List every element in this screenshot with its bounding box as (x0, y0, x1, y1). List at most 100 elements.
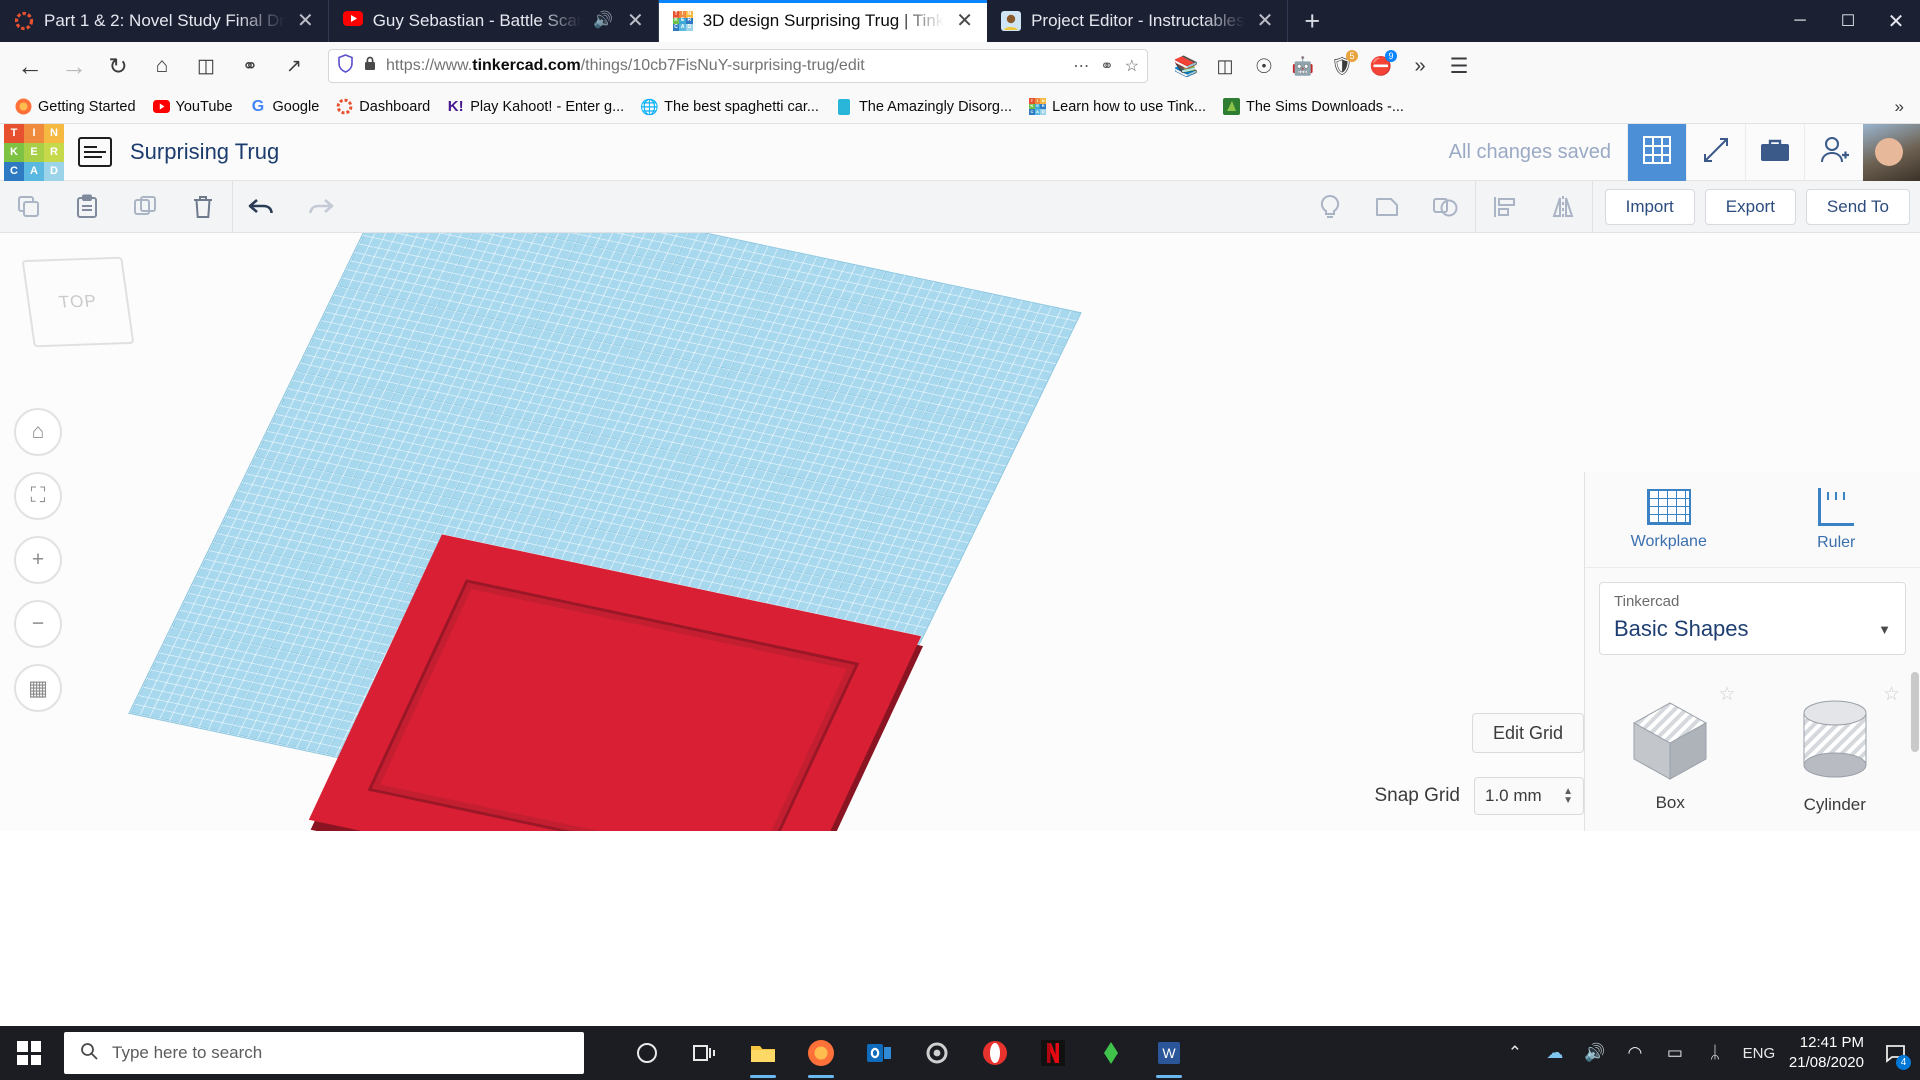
close-icon[interactable]: ✕ (295, 11, 316, 31)
hamburger-list-icon[interactable] (78, 137, 112, 167)
sidebar-icon[interactable]: ◫ (1207, 48, 1243, 84)
battery-icon[interactable]: ▭ (1655, 1026, 1695, 1080)
shield-extension-icon[interactable]: 🛡 5 (1324, 48, 1360, 84)
netflix-icon[interactable] (1024, 1026, 1082, 1080)
edit-grid-button[interactable]: Edit Grid (1471, 713, 1584, 753)
mute-icon[interactable]: 🔊 (591, 13, 615, 29)
sims-icon[interactable] (1082, 1026, 1140, 1080)
account-icon[interactable]: ☉ (1246, 48, 1282, 84)
close-icon[interactable]: ✕ (1255, 11, 1276, 31)
close-window-button[interactable]: ✕ (1872, 0, 1920, 42)
close-icon[interactable]: ✕ (954, 11, 975, 31)
cortana-icon[interactable] (618, 1026, 676, 1080)
browser-tab[interactable]: Project Editor - Instructables ✕ (987, 0, 1289, 42)
browser-tab[interactable]: Guy Sebastian - Battle Scars 🔊 ✕ (329, 0, 659, 42)
close-icon[interactable]: ✕ (625, 11, 646, 31)
word-icon[interactable]: W (1140, 1026, 1198, 1080)
onedrive-icon[interactable]: ☁ (1535, 1026, 1575, 1080)
new-tab-button[interactable]: + (1288, 0, 1336, 42)
page-title[interactable]: Surprising Trug (130, 139, 279, 165)
bookmark-item[interactable]: The Amazingly Disorg... (829, 95, 1019, 118)
export-button[interactable]: Export (1704, 188, 1796, 225)
firefox-icon[interactable] (792, 1026, 850, 1080)
outlook-icon[interactable] (850, 1026, 908, 1080)
search-input[interactable]: Type here to search (64, 1032, 584, 1074)
ruler-tool[interactable]: Ruler (1753, 472, 1920, 567)
extension-icon[interactable]: 🤖 (1285, 48, 1321, 84)
favorite-star-icon[interactable]: ☆ (1718, 683, 1735, 706)
task-view-icon[interactable] (676, 1026, 734, 1080)
tinkercad-logo[interactable]: T I N K E R C A D (4, 123, 64, 181)
undo-arrow-icon[interactable] (233, 181, 291, 233)
reload-button[interactable]: ↻ (98, 48, 138, 84)
bookmark-item[interactable]: TIN KER CAD Learn how to use Tink... (1022, 95, 1213, 118)
url-bar[interactable]: https://www.tinkercad.com/things/10cb7Fi… (328, 49, 1148, 83)
paste-icon[interactable] (58, 181, 116, 233)
wifi-icon[interactable]: ◠ (1615, 1026, 1655, 1080)
container-tab-icon[interactable]: ◫ (186, 48, 226, 84)
adblock-icon[interactable]: ⛔ 9 (1363, 48, 1399, 84)
bookmark-item[interactable]: Getting Started (8, 95, 143, 118)
page-actions-icon[interactable]: ⋯ (1073, 56, 1089, 76)
browser-tab[interactable]: Part 1 & 2: Novel Study Final Dr ✕ (0, 0, 329, 42)
ortho-perspective-button[interactable]: ▦ (14, 664, 62, 712)
copy-icon[interactable] (0, 181, 58, 233)
fit-all-button[interactable]: ⛶ (14, 472, 62, 520)
bookmark-item[interactable]: YouTube (146, 95, 240, 118)
shape-library-select[interactable]: Tinkercad Basic Shapes ▼ (1599, 582, 1906, 655)
mirror-icon[interactable] (1534, 181, 1592, 233)
menu-icon[interactable]: ☰ (1441, 48, 1477, 84)
3d-workspace[interactable]: TOP ⌂ ⛶ + − ▦ Workplane Edit Grid Snap G… (0, 233, 1920, 831)
snap-grid-select[interactable]: 1.0 mm ▲ ▼ (1474, 777, 1584, 815)
bluetooth-icon[interactable]: ᛦ (1695, 1026, 1735, 1080)
panel-scrollbar[interactable] (1911, 672, 1919, 752)
padlock-icon[interactable] (363, 55, 377, 77)
overflow-icon[interactable]: » (1402, 48, 1438, 84)
opera-icon[interactable] (966, 1026, 1024, 1080)
volume-icon[interactable]: 🔊 (1575, 1026, 1615, 1080)
notifications-button[interactable]: 4 (1876, 1026, 1914, 1080)
lightbulb-icon[interactable] (1301, 181, 1359, 233)
chevron-down-icon[interactable]: ▼ (1878, 622, 1891, 637)
shape-item[interactable]: ☆ Cylinder (1766, 677, 1905, 831)
bookmark-item[interactable]: The Sims Downloads -... (1216, 95, 1411, 118)
codeblocks-button[interactable] (1686, 123, 1745, 181)
grid-view-button[interactable] (1627, 123, 1686, 181)
trash-icon[interactable] (174, 181, 232, 233)
bookmark-item[interactable]: 🌐 The best spaghetti car... (634, 95, 826, 118)
import-button[interactable]: Import (1604, 188, 1695, 225)
start-button[interactable] (0, 1026, 58, 1080)
language-indicator[interactable]: ENG (1735, 1026, 1783, 1080)
ungroup-icon[interactable] (1417, 181, 1475, 233)
bookmarks-overflow-icon[interactable]: » (1887, 97, 1912, 117)
zoom-out-button[interactable]: − (14, 600, 62, 648)
group-icon[interactable] (1359, 181, 1417, 233)
bookmark-item[interactable]: Dashboard (329, 95, 437, 118)
show-hidden-icons-button[interactable]: ⌃ (1495, 1026, 1535, 1080)
maximize-button[interactable]: ☐ (1824, 0, 1872, 42)
taskbar-clock[interactable]: 12:41 PM 21/08/2020 (1783, 1033, 1876, 1074)
zoom-in-button[interactable]: + (14, 536, 62, 584)
view-cube[interactable]: TOP (21, 256, 135, 348)
pocket-icon[interactable]: ⚭ (230, 48, 270, 84)
pocket-icon[interactable]: ⚭ (1100, 56, 1113, 76)
align-icon[interactable] (1476, 181, 1534, 233)
invite-button[interactable] (1804, 123, 1863, 181)
duplicate-icon[interactable] (116, 181, 174, 233)
settings-icon[interactable] (908, 1026, 966, 1080)
minimize-button[interactable]: ─ (1776, 0, 1824, 42)
bookmark-item[interactable]: G Google (243, 95, 327, 118)
avatar[interactable] (1863, 123, 1920, 181)
browser-tab-active[interactable]: TIN KER CAD 3D design Surprising Trug | … (658, 0, 988, 42)
home-view-button[interactable]: ⌂ (14, 408, 62, 456)
send-to-button[interactable]: Send To (1805, 188, 1910, 225)
bookmark-item[interactable]: K! Play Kahoot! - Enter g... (440, 95, 631, 118)
favorite-star-icon[interactable]: ☆ (1883, 683, 1900, 706)
bookmark-star-icon[interactable]: ☆ (1125, 56, 1139, 76)
shield-icon[interactable] (337, 54, 354, 78)
back-button[interactable]: ← (10, 48, 50, 84)
shape-item[interactable]: ☆ Box (1601, 677, 1740, 831)
home-button[interactable]: ⌂ (142, 48, 182, 84)
library-icon[interactable]: 📚 (1168, 48, 1204, 84)
workplane-tool[interactable]: Workplane (1585, 472, 1753, 567)
